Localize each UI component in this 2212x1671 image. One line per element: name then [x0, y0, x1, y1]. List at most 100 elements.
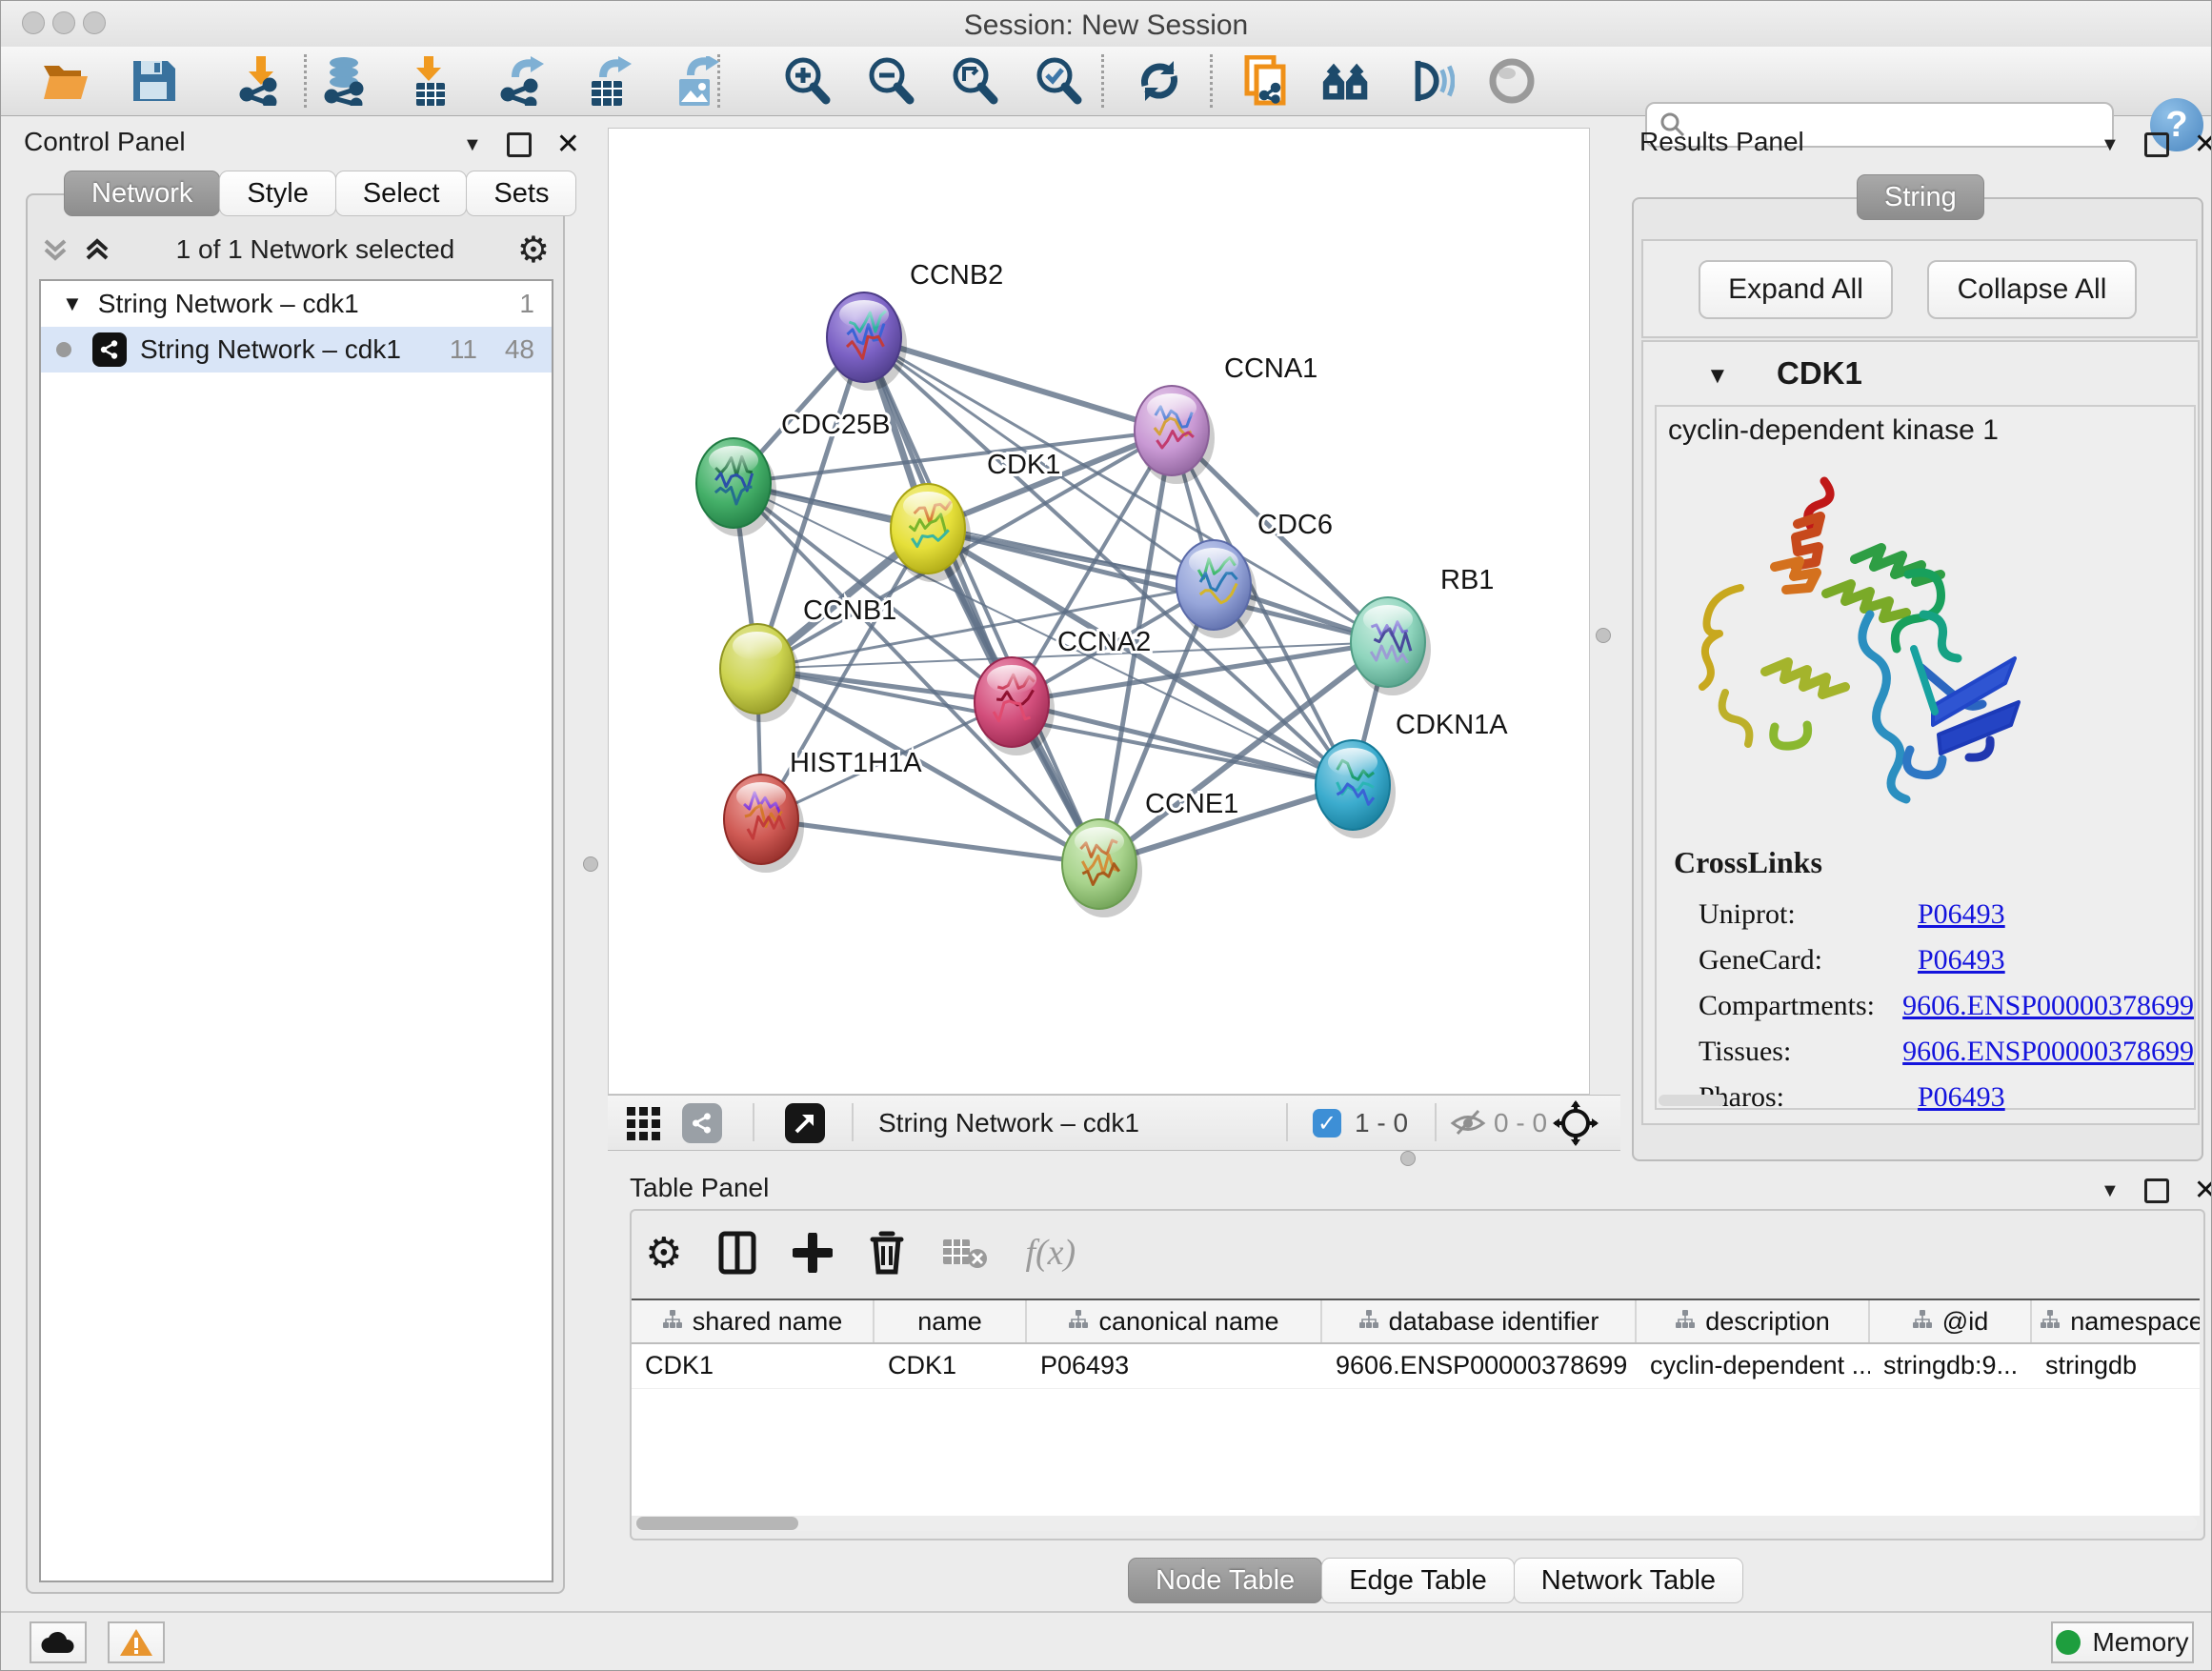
- save-session-icon[interactable]: [129, 56, 178, 106]
- node-label: CCNA2: [1057, 627, 1151, 657]
- crosslink-row: Uniprot:P06493: [1699, 898, 2194, 931]
- import-network-database-icon[interactable]: [319, 56, 369, 106]
- crosslink-link[interactable]: 9606.ENSP00000378699: [1902, 1036, 2194, 1068]
- warnings-button[interactable]: [108, 1621, 165, 1663]
- expand-all-button[interactable]: Expand All: [1699, 260, 1893, 319]
- zoom-out-icon[interactable]: [866, 56, 915, 106]
- export-network-icon[interactable]: [496, 56, 546, 106]
- disclosure-triangle-icon[interactable]: ▼: [62, 292, 83, 316]
- crosslink-link[interactable]: P06493: [1918, 1081, 2005, 1114]
- tab-edge-table[interactable]: Edge Table: [1321, 1558, 1515, 1603]
- table-cell[interactable]: 9606.ENSP00000378699: [1322, 1344, 1637, 1388]
- node-gloss-highlight: [1075, 827, 1124, 856]
- gear-icon[interactable]: ⚙: [517, 229, 550, 272]
- right-splitter-handle[interactable]: [1596, 628, 1611, 643]
- network-node-RB1[interactable]: RB1: [1351, 565, 1494, 695]
- tab-node-table[interactable]: Node Table: [1128, 1558, 1322, 1603]
- collapse-all-icon[interactable]: [81, 233, 113, 266]
- zoom-in-icon[interactable]: [782, 56, 832, 106]
- show-columns-icon[interactable]: [718, 1231, 756, 1275]
- network-collection-row[interactable]: ▼ String Network – cdk1 1: [41, 281, 552, 327]
- results-panel-controls: ▼ ✕: [2101, 132, 2212, 157]
- clone-network-icon[interactable]: [1241, 56, 1291, 106]
- fit-selected-crosshair-icon[interactable]: [1553, 1100, 1599, 1146]
- delete-column-icon[interactable]: [869, 1231, 905, 1275]
- column-header-name[interactable]: name: [875, 1300, 1027, 1342]
- expand-all-icon[interactable]: [39, 233, 71, 266]
- collapse-panel-icon[interactable]: ▼: [2101, 1180, 2120, 1202]
- table-hscroll-thumb[interactable]: [636, 1517, 798, 1530]
- table-cell[interactable]: stringdb:9...: [1870, 1344, 2032, 1388]
- network-canvas[interactable]: CCNB2CCNA1CDC25BCDK1CDC6RB1CCNB1CCNA2CDK…: [608, 128, 1590, 1095]
- open-session-icon[interactable]: [41, 56, 90, 106]
- add-column-icon[interactable]: [793, 1233, 833, 1273]
- column-header-description[interactable]: description: [1637, 1300, 1870, 1342]
- crosslink-link[interactable]: P06493: [1918, 944, 2005, 976]
- table-cell[interactable]: CDK1: [875, 1344, 1027, 1388]
- export-image-icon[interactable]: [672, 56, 721, 106]
- hide-graphics-details-icon[interactable]: [1405, 56, 1455, 106]
- results-hscroll-thumb[interactable]: [1659, 1095, 1725, 1106]
- crosslink-link[interactable]: P06493: [1918, 898, 2005, 931]
- collapse-all-button[interactable]: Collapse All: [1927, 260, 2137, 319]
- close-panel-icon[interactable]: ✕: [556, 135, 580, 154]
- column-header-@id[interactable]: @id: [1870, 1300, 2032, 1342]
- network-node-CDKN1A[interactable]: CDKN1A: [1316, 710, 1508, 838]
- network-edge-CCNE1-HIST1H1A[interactable]: [761, 819, 1099, 864]
- import-table-icon[interactable]: [405, 56, 454, 106]
- network-edge-CCNB2-CCNE1[interactable]: [864, 337, 1099, 864]
- column-header-shared-name[interactable]: shared name: [632, 1300, 875, 1342]
- zoom-selected-icon[interactable]: [1034, 56, 1083, 106]
- cloud-button[interactable]: [30, 1621, 87, 1663]
- zoom-fit-icon[interactable]: [950, 56, 999, 106]
- birdseye-toggle-icon[interactable]: [1487, 56, 1537, 106]
- tab-select[interactable]: Select: [335, 171, 468, 216]
- table-cell[interactable]: P06493: [1027, 1344, 1322, 1388]
- column-header-namespace[interactable]: namespace: [2032, 1300, 2200, 1342]
- close-panel-icon[interactable]: ✕: [2194, 1181, 2212, 1200]
- float-panel-icon[interactable]: [2144, 1178, 2169, 1203]
- grid-view-icon[interactable]: [625, 1105, 663, 1143]
- function-builder-icon[interactable]: f(x): [1025, 1232, 1076, 1274]
- crosslink-link[interactable]: 9606.ENSP00000378699: [1902, 990, 2194, 1022]
- collapse-panel-icon[interactable]: ▼: [2101, 134, 2120, 156]
- delete-table-icon[interactable]: [941, 1236, 989, 1270]
- tab-style[interactable]: Style: [219, 171, 335, 216]
- shared-column-icon: [1068, 1307, 1089, 1337]
- import-network-file-icon[interactable]: [235, 56, 285, 106]
- table-cell[interactable]: cyclin-dependent ...: [1637, 1344, 1870, 1388]
- table-gear-icon[interactable]: ⚙: [645, 1229, 682, 1278]
- crosslinks-list: Uniprot:P06493GeneCard:P06493Compartment…: [1657, 885, 2194, 1127]
- tab-string[interactable]: String: [1857, 174, 1984, 220]
- close-panel-icon[interactable]: ✕: [2194, 135, 2212, 154]
- table-cell[interactable]: CDK1: [632, 1344, 875, 1388]
- collapse-panel-icon[interactable]: ▼: [463, 134, 482, 156]
- left-splitter-handle[interactable]: [583, 856, 598, 872]
- tab-network-table[interactable]: Network Table: [1514, 1558, 1743, 1603]
- disclosure-triangle-icon[interactable]: ▼: [1706, 363, 1729, 390]
- network-node-CDC25B[interactable]: CDC25B: [696, 410, 890, 536]
- network-edge-CCNB2-CCNA1[interactable]: [864, 337, 1172, 431]
- network-node-HIST1H1A[interactable]: HIST1H1A: [724, 748, 922, 873]
- memory-button[interactable]: Memory: [2051, 1621, 2194, 1663]
- apply-layout-icon[interactable]: [1135, 56, 1184, 106]
- float-panel-icon[interactable]: [2144, 132, 2169, 157]
- network-node-CCNE1[interactable]: CCNE1: [1062, 789, 1238, 917]
- table-cell[interactable]: stringdb: [2032, 1344, 2200, 1388]
- tab-sets[interactable]: Sets: [466, 171, 576, 216]
- network-node-CCNA1[interactable]: CCNA1: [1135, 353, 1317, 484]
- tab-network[interactable]: Network: [64, 171, 220, 216]
- column-header-canonical-name[interactable]: canonical name: [1027, 1300, 1322, 1342]
- export-table-icon[interactable]: [584, 56, 633, 106]
- column-header-database-identifier[interactable]: database identifier: [1322, 1300, 1637, 1342]
- network-row[interactable]: String Network – cdk1 11 48: [41, 327, 552, 372]
- network-share-icon[interactable]: [682, 1103, 722, 1143]
- bottom-splitter-handle[interactable]: [1400, 1151, 1416, 1166]
- table-row[interactable]: CDK1CDK1P064939606.ENSP00000378699cyclin…: [632, 1344, 2200, 1389]
- hidden-eye-icon[interactable]: [1450, 1107, 1486, 1139]
- table-hscrollbar[interactable]: [634, 1516, 2197, 1531]
- birdseye-view-icon[interactable]: [785, 1103, 825, 1143]
- float-panel-icon[interactable]: [507, 132, 532, 157]
- selected-checkbox[interactable]: ✓: [1313, 1109, 1341, 1137]
- graphics-details-icon[interactable]: [1321, 56, 1371, 106]
